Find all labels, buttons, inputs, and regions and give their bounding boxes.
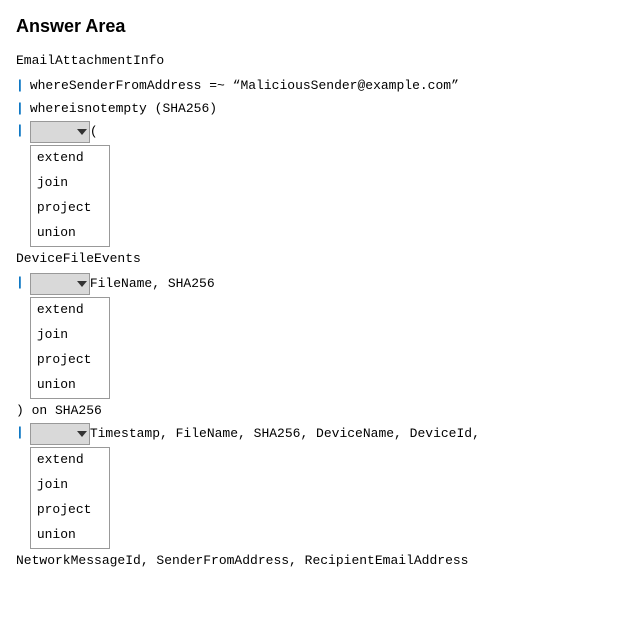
dropdown-3-arrow [77, 431, 87, 437]
dropdown-3[interactable] [30, 423, 90, 445]
pipe-3: | [16, 121, 24, 142]
dropdown-1[interactable] [30, 121, 90, 143]
pipe-5: | [16, 423, 24, 444]
dropdown-2-option-extend[interactable]: extend [31, 298, 109, 323]
dropdown-1-menu: extend join project union [30, 145, 110, 246]
page-title: Answer Area [16, 16, 625, 37]
dropdown-2-option-project[interactable]: project [31, 348, 109, 373]
dropdown-1-option-join[interactable]: join [31, 171, 109, 196]
table-name-1: EmailAttachmentInfo [16, 51, 164, 72]
dropdown-block-3: Timestamp, FileName, SHA256, DeviceName,… [30, 423, 480, 548]
keyword-where-2: where [30, 99, 69, 120]
dropdown-3-menu: extend join project union [30, 447, 110, 548]
line4-suffix: FileName, SHA256 [90, 274, 215, 295]
dropdown-2-option-join[interactable]: join [31, 323, 109, 348]
keyword-where-1: where [30, 76, 69, 97]
last-line: NetworkMessageId, SenderFromAddress, Rec… [16, 551, 468, 572]
dropdown-2-menu: extend join project union [30, 297, 110, 398]
dropdown-1-option-union[interactable]: union [31, 221, 109, 246]
dropdown-1-option-extend[interactable]: extend [31, 146, 109, 171]
table-name-2: DeviceFileEvents [16, 249, 141, 270]
dropdown-1-option-project[interactable]: project [31, 196, 109, 221]
dropdown-block-1: ( extend join project union [30, 121, 110, 246]
dropdown-1-arrow [77, 129, 87, 135]
pipe-1: | [16, 76, 24, 97]
pipe-4: | [16, 273, 24, 294]
dropdown-3-option-union[interactable]: union [31, 523, 109, 548]
dropdown-2-option-union[interactable]: union [31, 373, 109, 398]
dropdown-3-option-join[interactable]: join [31, 473, 109, 498]
dropdown-3-option-project[interactable]: project [31, 498, 109, 523]
pipe-2: | [16, 99, 24, 120]
dropdown-3-option-extend[interactable]: extend [31, 448, 109, 473]
dropdown-2-arrow [77, 281, 87, 287]
line6-suffix: Timestamp, FileName, SHA256, DeviceName,… [90, 424, 480, 445]
dropdown-2[interactable] [30, 273, 90, 295]
dropdown-block-2: FileName, SHA256 extend join project uni… [30, 273, 215, 398]
line1-rest: SenderFromAddress =~ “MaliciousSender@ex… [69, 76, 459, 97]
line3-suffix: ( [90, 122, 98, 143]
line2-rest: isnotempty (SHA256) [69, 99, 217, 120]
line5-text: ) on SHA256 [16, 401, 102, 422]
